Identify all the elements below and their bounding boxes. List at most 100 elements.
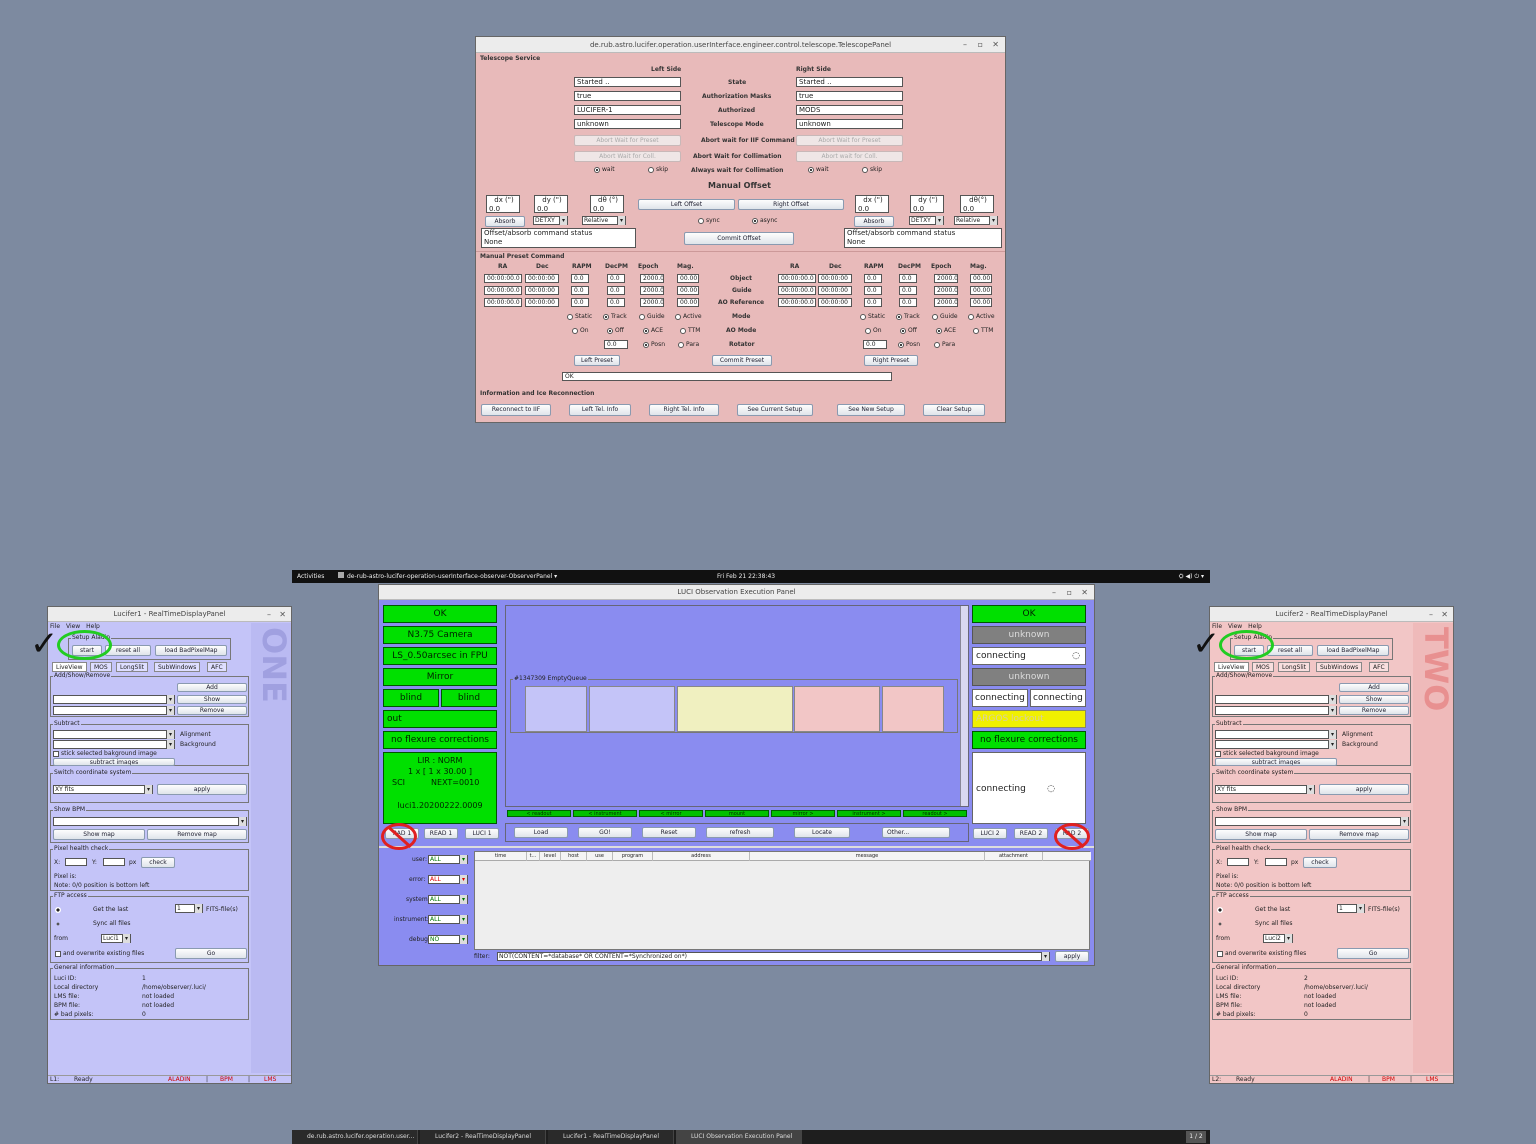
right-preset-mag-field[interactable]: 00.00 (970, 298, 992, 307)
subtract-images-button[interactable]: subtract images (1215, 758, 1337, 766)
see-new-setup-button[interactable]: See New Setup (837, 404, 905, 416)
right-mode-active[interactable]: Active (968, 313, 995, 320)
tab-afc[interactable]: AFC (207, 662, 227, 672)
show-button[interactable]: Show (177, 695, 247, 704)
remove-button[interactable]: Remove (177, 706, 247, 715)
left-preset-rapm-field[interactable]: 0.0 (571, 298, 589, 307)
right-absorb-button[interactable]: Absorb (854, 216, 894, 227)
right-wait-radio[interactable]: wait (808, 166, 829, 173)
left-relative-select[interactable]: Relative (582, 216, 626, 225)
left-mode-static[interactable]: Static (567, 313, 592, 320)
right-authmask-field[interactable]: true (796, 91, 903, 101)
sync-all-radio[interactable] (1217, 920, 1225, 927)
right-mode-field[interactable]: unknown (796, 119, 903, 129)
get-last-radio[interactable] (55, 906, 63, 913)
maximize-icon[interactable]: ▫ (1067, 585, 1072, 600)
coordinate-apply-button[interactable]: apply (157, 784, 247, 795)
menu-view[interactable]: View (1228, 623, 1242, 630)
left-preset-dec-field[interactable]: 00:00:00 (525, 274, 559, 283)
left-mode-guide[interactable]: Guide (639, 313, 665, 320)
right-skip-radio[interactable]: skip (862, 166, 882, 173)
ftp-go-button[interactable]: Go (1337, 948, 1409, 959)
read1-button[interactable]: READ 1 (424, 828, 458, 839)
file-count-select[interactable]: 1 (175, 904, 203, 913)
coordinate-select[interactable]: XY fits (53, 785, 153, 794)
left-preset-rapm-field[interactable]: 0.0 (571, 274, 589, 283)
pixel-x-field[interactable] (1227, 858, 1249, 866)
left-tel-info-button[interactable]: Left Tel. Info (569, 404, 631, 416)
stick-background-checkbox[interactable]: stick selected bakground image (1215, 750, 1319, 757)
sync-radio[interactable]: sync (698, 217, 720, 224)
right-tel-info-button[interactable]: Right Tel. Info (649, 404, 719, 416)
left-absorb-button[interactable]: Absorb (485, 216, 525, 227)
check-button[interactable]: check (1303, 857, 1337, 868)
left-preset-dec-field[interactable]: 00:00:00 (525, 298, 559, 307)
show-map-button[interactable]: Show map (53, 829, 145, 840)
background-select[interactable] (53, 740, 175, 749)
right-preset-button[interactable]: Right Preset (864, 355, 918, 366)
log-column-header[interactable]: address (653, 852, 750, 861)
see-current-setup-button[interactable]: See Current Setup (737, 404, 813, 416)
commit-offset-button[interactable]: Commit Offset (684, 232, 794, 245)
left-mode-field[interactable]: unknown (574, 119, 681, 129)
left-ao-ttm[interactable]: TTM (680, 327, 700, 334)
log-column-header[interactable]: message (750, 852, 985, 861)
right-mode-track[interactable]: Track (896, 313, 920, 320)
go-button[interactable]: GO! (578, 827, 632, 838)
queue-cell[interactable] (525, 686, 587, 732)
left-mode-track[interactable]: Track (603, 313, 627, 320)
left-preset-decpm-field[interactable]: 0.0 (607, 286, 625, 295)
image-select-2[interactable] (53, 706, 175, 715)
pixel-y-field[interactable] (103, 858, 125, 866)
coordinate-select[interactable]: XY fits (1215, 785, 1315, 794)
image-select-1[interactable] (53, 695, 175, 704)
right-preset-decpm-field[interactable]: 0.0 (899, 274, 917, 283)
read2-button[interactable]: READ 2 (1014, 828, 1048, 839)
left-state-field[interactable]: Started .. (574, 77, 681, 87)
taskbar-item-telescope[interactable]: de.rub.astro.lucifer.operation.user... (292, 1130, 418, 1144)
left-ao-ace[interactable]: ACE (643, 327, 663, 334)
log-column-header[interactable]: time (475, 852, 527, 861)
add-button[interactable]: Add (1339, 683, 1409, 692)
taskbar-item-lucifer2[interactable]: Lucifer2 - RealTimeDisplayPanel (420, 1130, 546, 1144)
alignment-select[interactable] (53, 730, 175, 739)
right-relative-select[interactable]: Relative (954, 216, 998, 225)
log-filter-select[interactable]: ALL (428, 915, 468, 924)
log-filter-select[interactable]: ALL (428, 875, 468, 884)
right-ao-on[interactable]: On (865, 327, 882, 334)
alignment-select[interactable] (1215, 730, 1337, 739)
left-abort-preset-button[interactable]: Abort Wait for Preset (574, 135, 681, 146)
load-badpixelmap-button[interactable]: load BadPixelMap (155, 645, 227, 656)
load-badpixelmap-button[interactable]: load BadPixelMap (1317, 645, 1389, 656)
right-preset-decpm-field[interactable]: 0.0 (899, 286, 917, 295)
right-preset-epoch-field[interactable]: 2000.0 (934, 274, 958, 283)
log-column-header[interactable]: program (613, 852, 653, 861)
left-authmask-field[interactable]: true (574, 91, 681, 101)
left-preset-ra-field[interactable]: 00:00:00.0 (484, 298, 522, 307)
right-preset-rapm-field[interactable]: 0.0 (864, 274, 882, 283)
left-preset-ra-field[interactable]: 00:00:00.0 (484, 274, 522, 283)
menu-help[interactable]: Help (86, 623, 100, 630)
right-preset-decpm-field[interactable]: 0.0 (899, 298, 917, 307)
right-rot-posn[interactable]: Posn (898, 341, 920, 348)
luci1-button[interactable]: LUCI 1 (465, 828, 499, 839)
queue-cell[interactable] (794, 686, 880, 732)
get-last-radio[interactable] (1217, 906, 1225, 913)
left-dy-field[interactable]: dy (") 0.0 (534, 195, 568, 213)
right-preset-mag-field[interactable]: 00.00 (970, 286, 992, 295)
right-dtheta-field[interactable]: dθ(°) 0.0 (960, 195, 994, 213)
left-dtheta-field[interactable]: dθ (°) 0.0 (590, 195, 624, 213)
pixel-y-field[interactable] (1265, 858, 1287, 866)
tab-mos[interactable]: MOS (1252, 662, 1274, 672)
right-preset-rapm-field[interactable]: 0.0 (864, 298, 882, 307)
close-icon[interactable]: ✕ (279, 607, 286, 622)
close-icon[interactable]: ✕ (1081, 585, 1088, 600)
tab-afc[interactable]: AFC (1369, 662, 1389, 672)
minimize-icon[interactable]: – (963, 37, 967, 53)
bpm-select[interactable] (53, 817, 247, 826)
image-select-1[interactable] (1215, 695, 1337, 704)
left-preset-ra-field[interactable]: 00:00:00.0 (484, 286, 522, 295)
remove-map-button[interactable]: Remove map (1309, 829, 1409, 840)
left-wait-radio[interactable]: wait (594, 166, 615, 173)
right-preset-dec-field[interactable]: 00:00:00 (818, 274, 852, 283)
